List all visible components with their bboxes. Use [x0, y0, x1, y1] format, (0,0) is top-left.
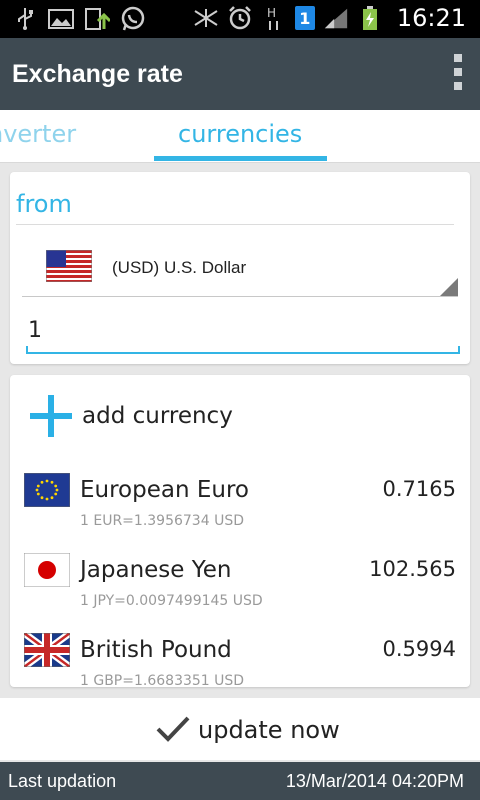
currency-name: British Pound: [80, 637, 232, 663]
network-h-icon: H: [261, 5, 287, 31]
tab-currencies[interactable]: currencies: [178, 120, 302, 148]
system-icons: H 1 16:21: [193, 4, 466, 32]
last-update-bar: Last updation 13/Mar/2014 04:20PM: [0, 762, 480, 800]
whatsapp-icon: [120, 6, 146, 32]
input-underline-tick-right: [458, 346, 460, 354]
mute-icon: [193, 5, 219, 31]
currency-name: European Euro: [80, 477, 249, 503]
add-currency-label: add currency: [82, 403, 233, 429]
currency-rate: 1 EUR=1.3956734 USD: [80, 513, 244, 529]
currency-rate: 1 JPY=0.0097499145 USD: [80, 593, 263, 609]
last-updation-label: Last updation: [8, 771, 117, 791]
signal-icon: [323, 5, 349, 31]
alarm-icon: [227, 5, 253, 31]
battery-charging-icon: [357, 5, 383, 31]
currency-name: Japanese Yen: [80, 557, 232, 583]
input-underline-tick-left: [26, 346, 28, 354]
svg-text:H: H: [267, 6, 276, 20]
currency-select[interactable]: (USD) U.S. Dollar: [22, 238, 458, 297]
currency-value: 0.7165: [382, 477, 456, 501]
sim-1-icon: 1: [294, 6, 315, 30]
currency-rate: 1 GBP=1.6683351 USD: [80, 673, 245, 687]
currency-value: 0.5994: [382, 637, 456, 661]
update-now-button[interactable]: update now: [0, 698, 480, 760]
selected-currency: (USD) U.S. Dollar: [112, 258, 247, 277]
checkmark-icon: [156, 716, 190, 746]
last-updation-datetime: 13/Mar/2014 04:20PM: [285, 771, 464, 791]
jp-flag-icon: [23, 552, 71, 591]
action-bar: Exchange rate: [0, 38, 480, 110]
status-bar: H 1 16:21: [0, 0, 480, 38]
us-flag-icon: [45, 249, 93, 286]
clock: 16:21: [396, 4, 466, 32]
plus-icon: [30, 395, 72, 437]
currency-list-card: add currency European Euro 1 EUR=1.39567…: [10, 375, 470, 687]
eu-flag-icon: [23, 472, 71, 511]
app-title: Exchange rate: [12, 60, 183, 88]
image-icon: [48, 6, 74, 32]
usb-icon: [12, 6, 38, 32]
dropdown-arrow-icon: [440, 278, 458, 296]
add-currency-button[interactable]: add currency: [10, 375, 470, 457]
overflow-menu-icon[interactable]: [452, 54, 464, 94]
list-item[interactable]: Japanese Yen 1 JPY=0.0097499145 USD 102.…: [10, 537, 470, 617]
from-card: from (USD) U.S. Dollar: [10, 172, 470, 364]
input-underline: [26, 352, 460, 354]
upload-icon: [84, 6, 110, 32]
from-label: from: [16, 190, 72, 218]
list-item[interactable]: British Pound 1 GBP=1.6683351 USD 0.5994: [10, 617, 470, 687]
list-item[interactable]: European Euro 1 EUR=1.3956734 USD 0.7165: [10, 457, 470, 537]
notification-icons: [12, 6, 146, 32]
amount-input[interactable]: [26, 310, 460, 350]
gb-flag-icon: [21, 630, 73, 671]
currency-value: 102.565: [369, 557, 456, 581]
update-now-label: update now: [198, 716, 340, 744]
tab-selected-indicator: [154, 156, 327, 161]
tab-converter[interactable]: nverter: [0, 120, 76, 148]
divider: [16, 224, 454, 225]
